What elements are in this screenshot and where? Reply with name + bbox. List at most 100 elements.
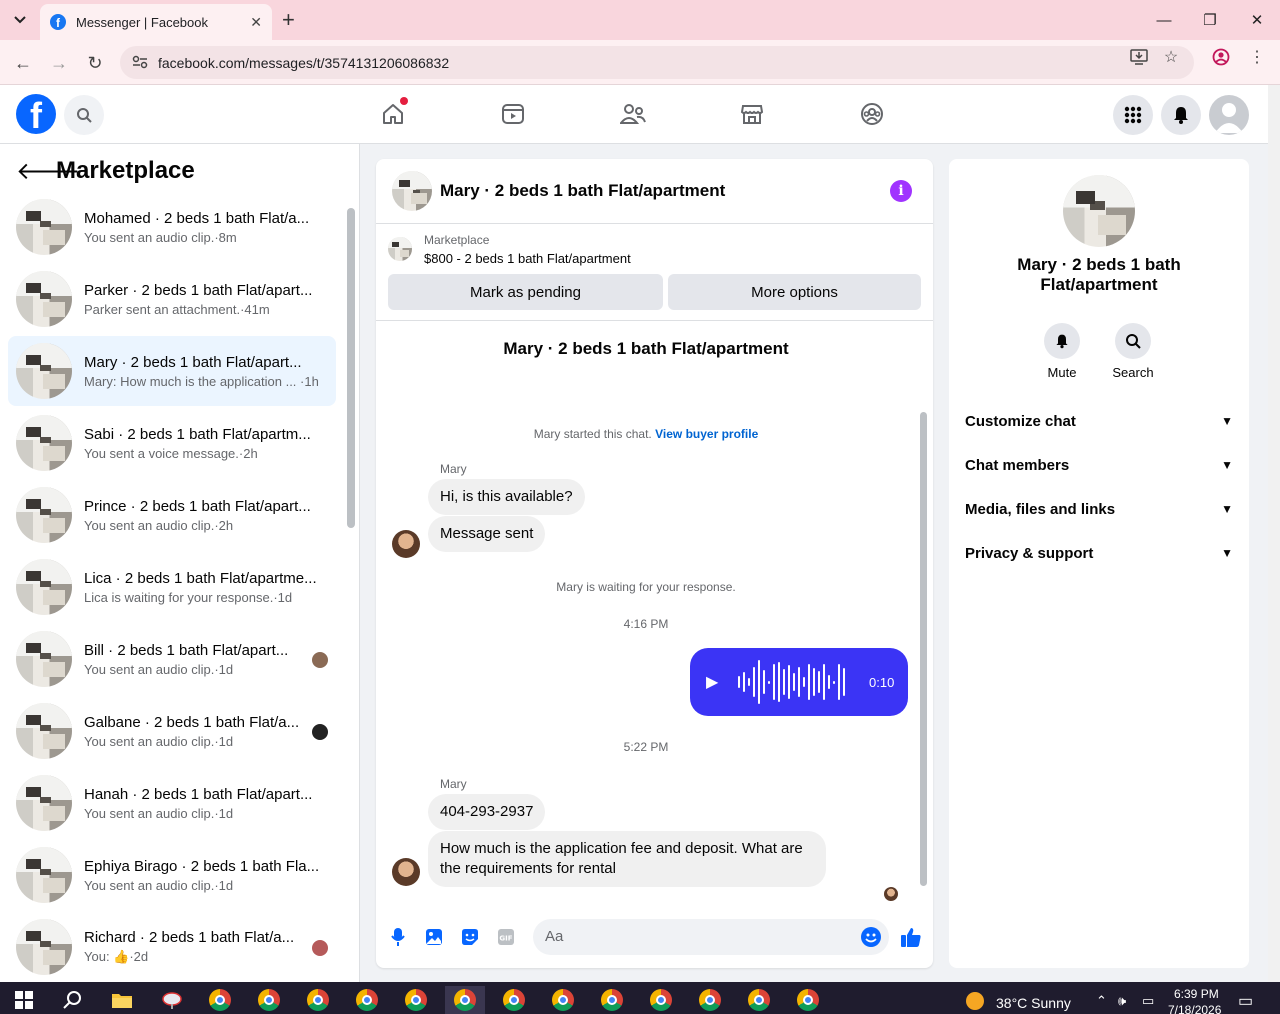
clock-time[interactable]: 6:39 PM <box>1174 987 1219 1001</box>
more-options-button[interactable]: More options <box>668 274 921 310</box>
browser-tab[interactable]: f Messenger | Facebook ✕ <box>40 4 272 40</box>
marketplace-nav-icon[interactable] <box>737 99 767 129</box>
profile-icon[interactable] <box>1211 48 1231 66</box>
audio-message[interactable]: ▶ 0:10 <box>690 648 908 716</box>
photo-icon[interactable] <box>424 927 444 947</box>
thread-scrollbar[interactable] <box>920 412 927 886</box>
tab-search-button[interactable] <box>6 8 34 32</box>
tab-close-icon[interactable]: ✕ <box>250 14 262 31</box>
home-nav-icon[interactable] <box>378 97 408 129</box>
sender-avatar[interactable] <box>392 530 420 558</box>
file-explorer-icon[interactable] <box>102 986 142 1014</box>
tray-chevron-icon[interactable]: ⌃ <box>1096 993 1107 1009</box>
customize-chat-section[interactable]: Customize chat ▼ <box>965 405 1233 437</box>
media-files-section[interactable]: Media, files and links ▼ <box>965 493 1233 525</box>
video-nav-icon[interactable] <box>498 99 528 129</box>
chrome-icon[interactable] <box>249 986 289 1014</box>
message-input[interactable]: Aa <box>533 919 889 955</box>
weather-text[interactable]: 38°C Sunny <box>996 995 1071 1011</box>
restore-button[interactable]: ❐ <box>1187 6 1233 34</box>
sender-avatar[interactable] <box>392 858 420 886</box>
mute-button[interactable]: Mute <box>1032 323 1092 380</box>
groups-nav-icon[interactable] <box>857 99 887 129</box>
chrome-icon[interactable] <box>396 986 436 1014</box>
back-arrow-icon[interactable]: 🡐 <box>16 156 80 186</box>
notification-center-icon[interactable]: ▭ <box>1238 991 1253 1011</box>
listing-price[interactable]: $800 - 2 beds 1 bath Flat/apartment <box>424 251 631 266</box>
url-field[interactable]: facebook.com/messages/t/3574131206086832 <box>120 46 1194 79</box>
chrome-icon[interactable] <box>200 986 240 1014</box>
conversation-item[interactable]: Ephiya Birago · 2 beds 1 bath Fla... You … <box>8 840 336 910</box>
forward-button[interactable]: → <box>46 50 72 76</box>
sun-icon[interactable] <box>966 992 984 1010</box>
chat-members-section[interactable]: Chat members ▼ <box>965 449 1233 481</box>
account-avatar[interactable] <box>1209 95 1249 135</box>
info-icon[interactable]: i <box>890 180 912 202</box>
message-bubble[interactable]: Message sent <box>428 516 546 552</box>
started-text: Mary started this chat. <box>533 427 652 441</box>
conversation-item[interactable]: Bill · 2 beds 1 bath Flat/apart... You se… <box>8 624 336 694</box>
chrome-icon[interactable] <box>739 986 779 1014</box>
chrome-icon[interactable] <box>592 986 632 1014</box>
menu-grid-button[interactable] <box>1113 95 1153 135</box>
waveform-bar <box>843 668 845 696</box>
friends-nav-icon[interactable] <box>618 99 648 129</box>
page-scrollbar[interactable] <box>1268 85 1280 982</box>
list-scrollbar[interactable] <box>347 208 355 528</box>
conversation-item[interactable]: Sabi · 2 beds 1 bath Flat/apartm... You s… <box>8 408 336 478</box>
conversation-item[interactable]: Prince · 2 beds 1 bath Flat/apart... You … <box>8 480 336 550</box>
like-thumb-icon[interactable] <box>899 925 923 949</box>
browser-menu-icon[interactable]: ⋮ <box>1247 48 1267 66</box>
privacy-support-section[interactable]: Privacy & support ▼ <box>965 537 1233 569</box>
mark-pending-button[interactable]: Mark as pending <box>388 274 663 310</box>
conversation-item[interactable]: Hanah · 2 beds 1 bath Flat/apart... You s… <box>8 768 336 838</box>
close-window-button[interactable]: ✕ <box>1234 6 1280 34</box>
chrome-icon[interactable] <box>347 986 387 1014</box>
message-bubble[interactable]: Hi, is this available? <box>428 479 585 515</box>
chat-thumbnail[interactable] <box>392 171 432 211</box>
reload-button[interactable]: ↻ <box>82 50 108 76</box>
sticker-icon[interactable] <box>460 927 480 947</box>
chrome-icon[interactable] <box>788 986 828 1014</box>
new-tab-button[interactable]: + <box>282 8 295 32</box>
facebook-logo-icon[interactable]: f <box>16 94 56 134</box>
emoji-icon[interactable] <box>861 927 881 947</box>
play-icon[interactable]: ▶ <box>706 672 726 692</box>
chrome-icon[interactable] <box>298 986 338 1014</box>
search-button[interactable] <box>64 95 104 135</box>
clock-date[interactable]: 7/18/2026 <box>1168 1003 1221 1014</box>
notifications-button[interactable] <box>1161 95 1201 135</box>
conversation-item[interactable]: Parker · 2 beds 1 bath Flat/apart... Park… <box>8 264 336 334</box>
gif-icon[interactable]: GIF <box>496 927 516 947</box>
conversation-item[interactable]: Lica · 2 beds 1 bath Flat/apartme... Lica… <box>8 552 336 622</box>
minimize-button[interactable]: — <box>1141 6 1187 34</box>
conversation-preview: Parker sent an attachment.·41m <box>84 301 270 317</box>
volume-icon[interactable]: 🕪 <box>1118 993 1126 1009</box>
chrome-icon[interactable] <box>543 986 583 1014</box>
back-button[interactable]: ← <box>10 50 36 76</box>
listing-thumbnail[interactable] <box>1063 175 1135 247</box>
view-buyer-profile-link[interactable]: View buyer profile <box>655 427 758 441</box>
sender-name: Mary <box>440 777 467 791</box>
install-app-icon[interactable] <box>1129 48 1149 66</box>
conversation-item[interactable]: Mohamed · 2 beds 1 bath Flat/a... You sen… <box>8 192 336 262</box>
chrome-icon-active[interactable] <box>445 986 485 1014</box>
windows-start-icon[interactable] <box>4 986 44 1014</box>
conversation-item[interactable]: Galbane · 2 beds 1 bath Flat/a... You sen… <box>8 696 336 766</box>
search-icon[interactable] <box>52 986 92 1014</box>
app-icon[interactable] <box>152 986 192 1014</box>
conversation-item[interactable]: Richard · 2 beds 1 bath Flat/a... You: 👍·… <box>8 912 336 982</box>
network-icon[interactable]: ▭ <box>1142 993 1154 1009</box>
chrome-icon[interactable] <box>690 986 730 1014</box>
chrome-icon[interactable] <box>641 986 681 1014</box>
message-bubble[interactable]: How much is the application fee and depo… <box>428 831 826 887</box>
message-bubble[interactable]: 404-293-2937 <box>428 794 546 830</box>
tab-title: Messenger | Facebook <box>76 14 208 30</box>
chrome-icon[interactable] <box>494 986 534 1014</box>
default-avatar-icon <box>1215 103 1243 133</box>
microphone-icon[interactable] <box>388 927 408 947</box>
conversation-item-selected[interactable]: Mary · 2 beds 1 bath Flat/apart... Mary: … <box>8 336 336 406</box>
bookmark-star-icon[interactable]: ☆ <box>1161 48 1181 66</box>
chat-title[interactable]: Mary · 2 beds 1 bath Flat/apartment <box>440 181 890 201</box>
search-in-chat-button[interactable]: Search <box>1103 323 1163 380</box>
